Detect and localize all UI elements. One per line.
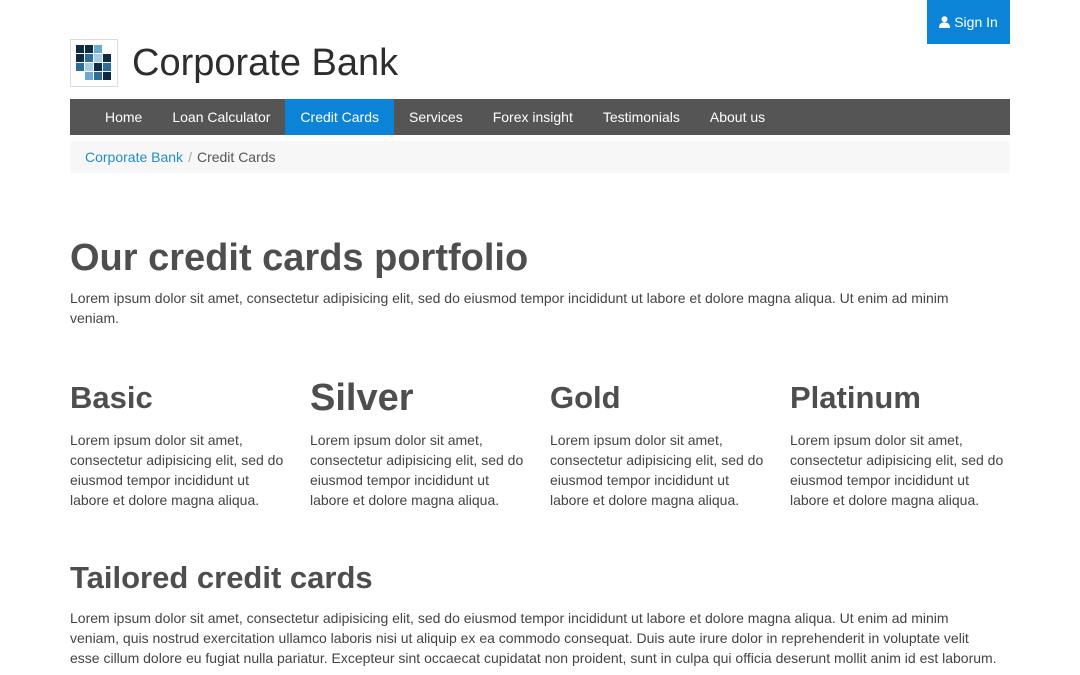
card-description: Lorem ipsum dolor sit amet, consectetur … xyxy=(310,432,524,508)
tailored-paragraph: Lorem ipsum dolor sit amet, consectetur … xyxy=(70,610,997,666)
bank-logo-icon[interactable] xyxy=(70,39,118,87)
card-description: Lorem ipsum dolor sit amet, consectetur … xyxy=(790,432,1004,508)
card-silver: Silver Lorem ipsum dolor sit amet, conse… xyxy=(310,374,550,510)
card-description: Lorem ipsum dolor sit amet, consectetur … xyxy=(70,432,284,508)
card-tiers: Basic Lorem ipsum dolor sit amet, consec… xyxy=(70,374,1030,510)
nav-item-credit-cards[interactable]: Credit Cards xyxy=(285,99,395,135)
main-navbar: Home Loan Calculator Credit Cards Servic… xyxy=(70,99,1010,135)
card-title: Gold xyxy=(550,380,621,415)
card-description: Lorem ipsum dolor sit amet, consectetur … xyxy=(550,432,764,508)
card-title: Silver xyxy=(310,377,414,419)
brand-title[interactable]: Corporate Bank xyxy=(132,44,398,82)
breadcrumb-separator: / xyxy=(188,149,192,165)
nav-item-home[interactable]: Home xyxy=(90,99,157,135)
page: Sign In Corporate Bank Home Loan Calcula… xyxy=(0,0,1080,675)
nav-item-about-us[interactable]: About us xyxy=(695,99,780,135)
tailored-title: Tailored credit cards xyxy=(70,560,373,595)
user-icon xyxy=(939,16,951,28)
nav-item-forex-insight[interactable]: Forex insight xyxy=(478,99,588,135)
breadcrumb-home-link[interactable]: Corporate Bank xyxy=(85,149,183,165)
breadcrumb: Corporate Bank / Credit Cards xyxy=(70,141,1010,173)
sign-in-label: Sign In xyxy=(954,14,998,30)
nav-item-testimonials[interactable]: Testimonials xyxy=(588,99,695,135)
breadcrumb-current: Credit Cards xyxy=(196,149,276,165)
nav-item-services[interactable]: Services xyxy=(394,99,478,135)
page-title: Our credit cards portfolio xyxy=(70,237,529,279)
card-basic: Basic Lorem ipsum dolor sit amet, consec… xyxy=(70,374,310,510)
intro-paragraph: Lorem ipsum dolor sit amet, consectetur … xyxy=(70,290,949,326)
card-title: Platinum xyxy=(790,380,921,415)
site-header: Corporate Bank xyxy=(70,38,1010,88)
nav-item-loan-calculator[interactable]: Loan Calculator xyxy=(157,99,285,135)
card-platinum: Platinum Lorem ipsum dolor sit amet, con… xyxy=(790,374,1030,510)
card-gold: Gold Lorem ipsum dolor sit amet, consect… xyxy=(550,374,790,510)
card-title: Basic xyxy=(70,380,153,415)
